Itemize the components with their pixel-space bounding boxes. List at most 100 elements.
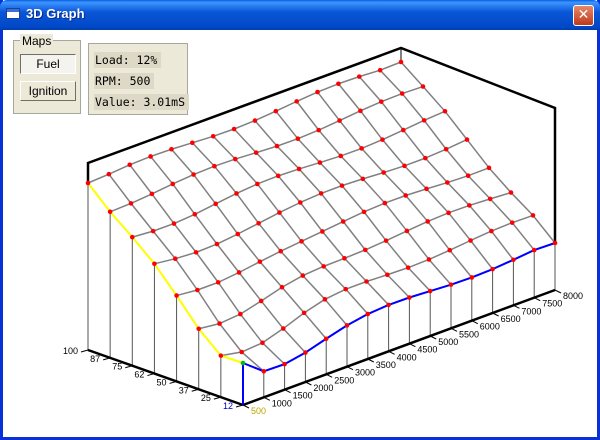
data-point[interactable] — [299, 239, 304, 244]
data-point[interactable] — [258, 298, 264, 304]
data-point[interactable] — [511, 257, 516, 263]
data-point[interactable] — [213, 201, 218, 207]
data-point[interactable] — [300, 273, 306, 278]
data-point[interactable] — [509, 220, 515, 225]
data-point[interactable] — [464, 137, 470, 142]
data-point[interactable] — [149, 191, 155, 197]
data-point[interactable] — [552, 240, 558, 246]
data-point[interactable] — [255, 181, 260, 187]
data-point[interactable] — [280, 326, 286, 331]
data-point[interactable] — [277, 210, 282, 215]
data-point[interactable] — [386, 302, 391, 308]
data-point[interactable] — [404, 228, 410, 234]
data-point[interactable] — [316, 127, 322, 133]
data-point[interactable] — [442, 109, 448, 114]
data-point[interactable] — [323, 336, 329, 342]
data-point[interactable] — [424, 186, 429, 192]
data-point[interactable] — [380, 137, 385, 142]
data-point[interactable] — [339, 183, 345, 188]
data-point[interactable] — [257, 259, 263, 264]
data-point[interactable] — [85, 180, 91, 186]
data-point[interactable] — [385, 272, 390, 278]
data-point[interactable] — [447, 247, 453, 253]
data-point[interactable] — [275, 173, 281, 179]
data-point[interactable] — [129, 234, 135, 240]
data-point[interactable] — [359, 146, 364, 151]
fuel-button[interactable]: Fuel — [20, 54, 76, 74]
data-point[interactable] — [322, 297, 328, 302]
data-point[interactable] — [294, 99, 299, 104]
data-point[interactable] — [342, 255, 347, 261]
data-point[interactable] — [420, 84, 426, 89]
close-button[interactable]: ✕ — [573, 5, 594, 26]
data-point[interactable] — [215, 280, 221, 285]
data-point[interactable] — [252, 118, 258, 123]
data-point[interactable] — [365, 311, 371, 317]
data-point[interactable] — [253, 150, 259, 155]
data-point[interactable] — [318, 191, 324, 196]
data-point[interactable] — [401, 127, 406, 133]
data-point[interactable] — [382, 200, 388, 206]
data-point[interactable] — [446, 210, 451, 216]
data-point[interactable] — [152, 261, 157, 267]
data-point[interactable] — [364, 279, 369, 284]
data-point[interactable] — [218, 353, 224, 358]
data-point[interactable] — [256, 220, 261, 226]
data-point[interactable] — [360, 176, 366, 182]
data-point[interactable] — [303, 350, 308, 355]
data-point[interactable] — [381, 170, 386, 175]
data-point[interactable] — [448, 282, 454, 287]
data-point[interactable] — [315, 89, 320, 95]
data-point[interactable] — [195, 287, 200, 293]
data-point[interactable] — [378, 99, 384, 104]
data-point[interactable] — [317, 160, 323, 165]
data-point[interactable] — [425, 219, 431, 224]
data-point[interactable] — [344, 323, 350, 328]
data-point[interactable] — [279, 284, 285, 290]
data-point[interactable] — [468, 238, 473, 243]
data-point[interactable] — [362, 247, 368, 253]
data-point[interactable] — [377, 67, 383, 73]
ignition-button[interactable]: Ignition — [20, 81, 76, 101]
data-point[interactable] — [467, 203, 472, 208]
data-point[interactable] — [356, 74, 362, 79]
data-point[interactable] — [340, 219, 346, 224]
data-point[interactable] — [236, 270, 242, 275]
data-point[interactable] — [282, 361, 287, 367]
data-point[interactable] — [490, 266, 495, 272]
data-point[interactable] — [361, 209, 367, 215]
data-point[interactable] — [296, 166, 302, 172]
data-point[interactable] — [232, 156, 238, 162]
data-point[interactable] — [128, 201, 134, 206]
data-point[interactable] — [530, 213, 536, 218]
data-point[interactable] — [421, 118, 427, 123]
data-point[interactable] — [402, 163, 407, 169]
data-point[interactable] — [336, 81, 341, 87]
data-point[interactable] — [489, 228, 494, 234]
data-point[interactable] — [235, 231, 241, 237]
data-point[interactable] — [278, 248, 284, 254]
data-point[interactable] — [469, 275, 475, 280]
data-point[interactable] — [148, 154, 153, 159]
data-point[interactable] — [214, 241, 220, 247]
data-point[interactable] — [193, 250, 199, 255]
data-point[interactable] — [403, 193, 408, 198]
data-point[interactable] — [212, 163, 217, 169]
data-point[interactable] — [210, 133, 216, 139]
data-point[interactable] — [343, 286, 349, 292]
title-bar[interactable]: 3D Graph ✕ — [0, 0, 600, 30]
data-point[interactable] — [196, 326, 202, 332]
data-point[interactable] — [239, 349, 244, 355]
data-point[interactable] — [531, 247, 537, 253]
data-point[interactable] — [443, 146, 449, 152]
data-point[interactable] — [231, 126, 237, 132]
data-point[interactable] — [106, 171, 112, 177]
data-point[interactable] — [508, 190, 514, 195]
data-point[interactable] — [217, 321, 222, 326]
data-point[interactable] — [150, 228, 156, 234]
data-point[interactable] — [171, 221, 177, 226]
data-point[interactable] — [127, 162, 133, 168]
data-point[interactable] — [170, 181, 176, 187]
data-point[interactable] — [320, 229, 325, 234]
data-point[interactable] — [192, 211, 198, 217]
